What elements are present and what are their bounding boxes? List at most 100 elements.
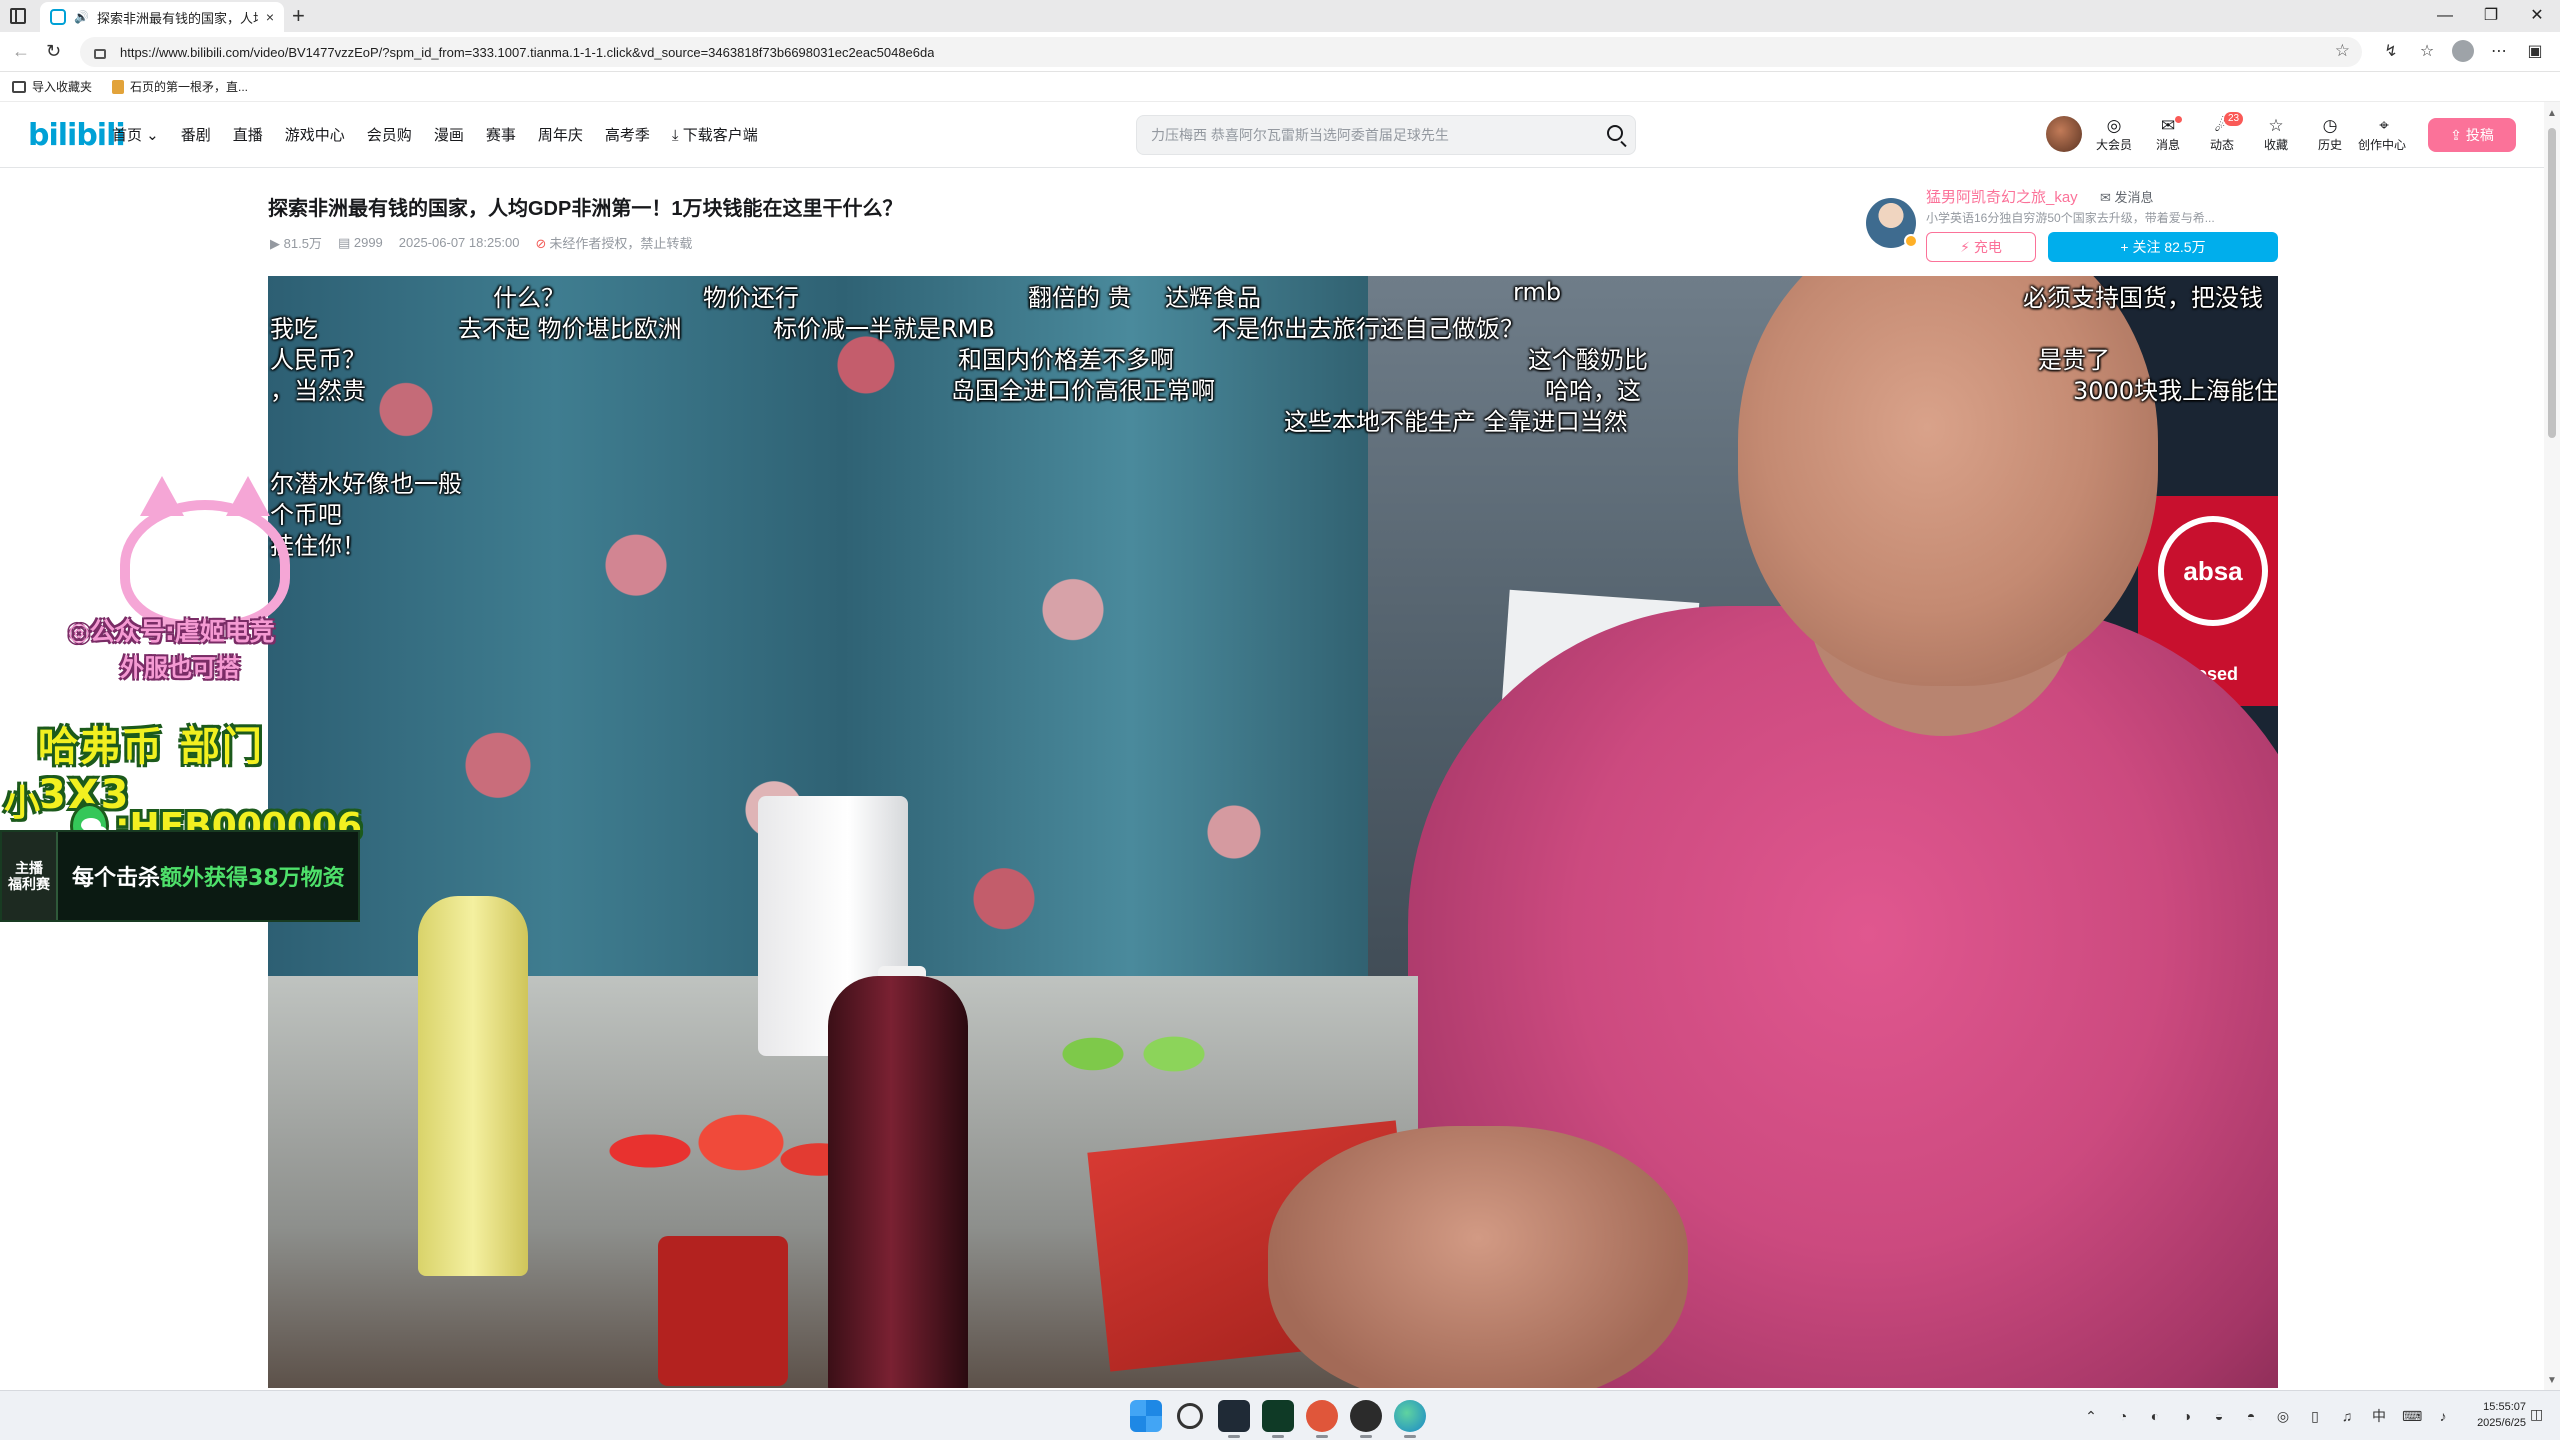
entry-dynamics[interactable]: ☄ 23 动态: [2204, 112, 2244, 153]
entry-history[interactable]: ◷ 历史: [2312, 116, 2348, 153]
danmaku-comment: 哈哈，这: [1545, 377, 1641, 405]
restore-button[interactable]: ❐: [2468, 0, 2514, 32]
uploader-avatar[interactable]: [1866, 198, 1918, 248]
tray-app-icon[interactable]: ◑: [2178, 1408, 2196, 1424]
history-clock-icon: ◷: [2322, 116, 2338, 135]
header-right-entries: ◎ 大会员 ✉ 消息 ☄ 23 动态 ☆ 收藏 ◷ 历史 ⌖ 创作中心: [2096, 112, 2406, 153]
send-message-link[interactable]: ✉ 发消息: [2100, 187, 2154, 206]
entry-vip[interactable]: ◎ 大会员: [2096, 116, 2132, 153]
danmaku-comment: 是贵了: [2038, 346, 2110, 374]
tray-app-icon[interactable]: ◐: [2146, 1408, 2164, 1424]
tab-actions-icon[interactable]: [10, 8, 26, 24]
url-text[interactable]: https://www.bilibili.com/video/BV1477vzz…: [120, 45, 934, 60]
nav-anniversary[interactable]: 周年庆: [538, 124, 583, 145]
profile-avatar-icon[interactable]: [2452, 40, 2474, 62]
uploader-description: 小学英语16分独自穷游50个国家去升级，带着爱与希...: [1926, 211, 2215, 225]
danmaku-comment: 达辉食品: [1165, 284, 1261, 312]
uploader-name[interactable]: 猛男阿凯奇幻之旅_kay: [1926, 186, 2078, 207]
upload-button[interactable]: ⇪ 投稿: [2428, 118, 2516, 152]
no-repost-icon: ⊘: [535, 236, 547, 251]
danmaku-comment: rmb: [1513, 278, 1562, 306]
minimize-button[interactable]: —: [2422, 0, 2468, 32]
danmaku-comment: ，当然贵: [270, 377, 366, 405]
more-menu-icon[interactable]: ⋯: [2488, 41, 2510, 61]
browser-toolbar-icons: ↯ ☆ ⋯ ▣: [2380, 40, 2546, 62]
extensions-icon[interactable]: ↯: [2380, 41, 2402, 61]
upload-icon: ⇪: [2450, 126, 2462, 143]
upload-label: 投稿: [2465, 127, 2494, 143]
overlay-banner-text: 每个击杀额外获得38万物资: [72, 866, 345, 891]
bilibili-logo[interactable]: bilibili: [28, 118, 126, 153]
nav-esports[interactable]: 赛事: [486, 124, 516, 145]
nav-game-center[interactable]: 游戏中心: [285, 124, 345, 145]
favorites-icon[interactable]: ☆: [2416, 41, 2438, 61]
windows-taskbar: ⌃ ◔ ◐ ◑ ◒ ◓ ◎ ▯ ♫ 中 ⌨ ♪ 15:55:07 2025/6/…: [0, 1390, 2560, 1440]
scrollbar-thumb[interactable]: [2548, 128, 2556, 438]
danmaku-comment: 岛国全进口价高很正常啊: [951, 377, 1215, 405]
volume-icon[interactable]: ♪: [2434, 1408, 2452, 1424]
follow-button[interactable]: + 关注 82.5万: [2048, 232, 2278, 262]
sidebar-toggle-icon[interactable]: ▣: [2524, 41, 2546, 61]
nav-download-client[interactable]: 下载客户端: [672, 124, 758, 145]
streamer-overlay-ad: ◎公众号:虐姬电竞 外服也可搭 哈弗币 部门 3X3 小钰 :HFB000006…: [0, 476, 362, 922]
nav-live[interactable]: 直播: [233, 124, 263, 145]
system-tray: ⌃ ◔ ◐ ◑ ◒ ◓ ◎ ▯ ♫ 中 ⌨ ♪: [2082, 1406, 2452, 1426]
keyboard-icon[interactable]: ⌨: [2402, 1408, 2422, 1425]
taskbar-game-icon[interactable]: [1262, 1400, 1294, 1438]
nav-home[interactable]: 首页 ⌄: [112, 124, 159, 145]
windows-start-icon[interactable]: [1130, 1400, 1162, 1432]
entry-label: 创作中心: [2358, 138, 2407, 152]
danmaku-comment: 尔潜水好像也一般: [270, 470, 462, 498]
notification-center-icon[interactable]: ◫: [2530, 1406, 2543, 1423]
nav-anime[interactable]: 番剧: [181, 124, 211, 145]
danmaku-comment: 人民币？: [270, 346, 366, 374]
tray-app-icon[interactable]: ◒: [2210, 1408, 2228, 1424]
tray-app-icon[interactable]: ◔: [2114, 1408, 2132, 1424]
scroll-up-arrow-icon[interactable]: ▲: [2547, 108, 2557, 119]
microphone-icon[interactable]: ♫: [2338, 1408, 2356, 1424]
taskbar-app-red-icon[interactable]: [1306, 1400, 1338, 1438]
user-avatar[interactable]: [2046, 116, 2082, 152]
browser-tab-active[interactable]: 🔊 探索非洲最有钱的国家，人均 ×: [40, 2, 284, 32]
close-window-button[interactable]: ✕: [2514, 0, 2560, 32]
tray-app-icon[interactable]: ◎: [2274, 1408, 2292, 1425]
bookmark-item[interactable]: 石页的第一根矛，直...: [112, 78, 248, 95]
scroll-down-arrow-icon[interactable]: ▼: [2547, 1375, 2557, 1386]
danmaku-count: ▤ 2999: [337, 234, 383, 250]
battery-icon[interactable]: ▯: [2306, 1408, 2324, 1425]
clock-time: 15:55:07: [2483, 1401, 2526, 1413]
favorite-star-icon[interactable]: ☆: [2335, 41, 2350, 61]
page-scrollbar[interactable]: ▲ ▼: [2544, 102, 2560, 1390]
tray-overflow-chevron-icon[interactable]: ⌃: [2082, 1408, 2100, 1425]
taskbar-clock[interactable]: 15:55:07 2025/6/25: [2456, 1399, 2526, 1431]
search-input[interactable]: [1151, 127, 1591, 143]
input-method-icon[interactable]: 中: [2370, 1406, 2388, 1426]
lock-icon[interactable]: [94, 49, 106, 59]
address-bar[interactable]: https://www.bilibili.com/video/BV1477vzz…: [80, 37, 2362, 67]
charge-button[interactable]: ⚡ 充电: [1926, 232, 2036, 262]
danmaku-comment: 标价减一半就是RMB: [773, 315, 995, 343]
tray-app-icon[interactable]: ◓: [2242, 1408, 2260, 1424]
entry-messages[interactable]: ✉ 消息: [2150, 116, 2186, 153]
taskbar-edge-icon[interactable]: [1394, 1400, 1426, 1438]
tab-title: 探索非洲最有钱的国家，人均: [96, 10, 258, 26]
top-nav: 首页 ⌄ 番剧 直播 游戏中心 会员购 漫画 赛事 周年庆 高考季 下载客户端: [112, 124, 758, 145]
taskbar-search-icon[interactable]: [1177, 1403, 1203, 1429]
audio-playing-icon[interactable]: 🔊: [74, 10, 89, 24]
entry-favorites[interactable]: ☆ 收藏: [2258, 116, 2294, 153]
new-tab-button[interactable]: +: [292, 3, 305, 29]
reload-button[interactable]: ↻: [46, 41, 61, 62]
video-player[interactable]: absa Closed 什么？ 物价还行 翻倍的 贵 达辉食品 rmb 必须支持…: [268, 276, 2278, 1388]
nav-manga[interactable]: 漫画: [434, 124, 464, 145]
bookmark-import-favorites[interactable]: 导入收藏夹: [12, 78, 92, 95]
nav-mall[interactable]: 会员购: [367, 124, 412, 145]
taskbar-terminal-icon[interactable]: [1218, 1400, 1250, 1438]
entry-creator-center[interactable]: ⌖ 创作中心: [2358, 116, 2406, 153]
back-button[interactable]: ←: [12, 41, 30, 62]
nav-gaokao[interactable]: 高考季: [605, 124, 650, 145]
tab-close-icon[interactable]: ×: [266, 9, 274, 25]
taskbar-app-dark-icon[interactable]: [1350, 1400, 1382, 1438]
search-icon[interactable]: [1607, 125, 1623, 141]
search-box: [1136, 115, 1636, 155]
video-title: 探索非洲最有钱的国家，人均GDP非洲第一！1万块钱能在这里干什么？: [268, 198, 903, 220]
